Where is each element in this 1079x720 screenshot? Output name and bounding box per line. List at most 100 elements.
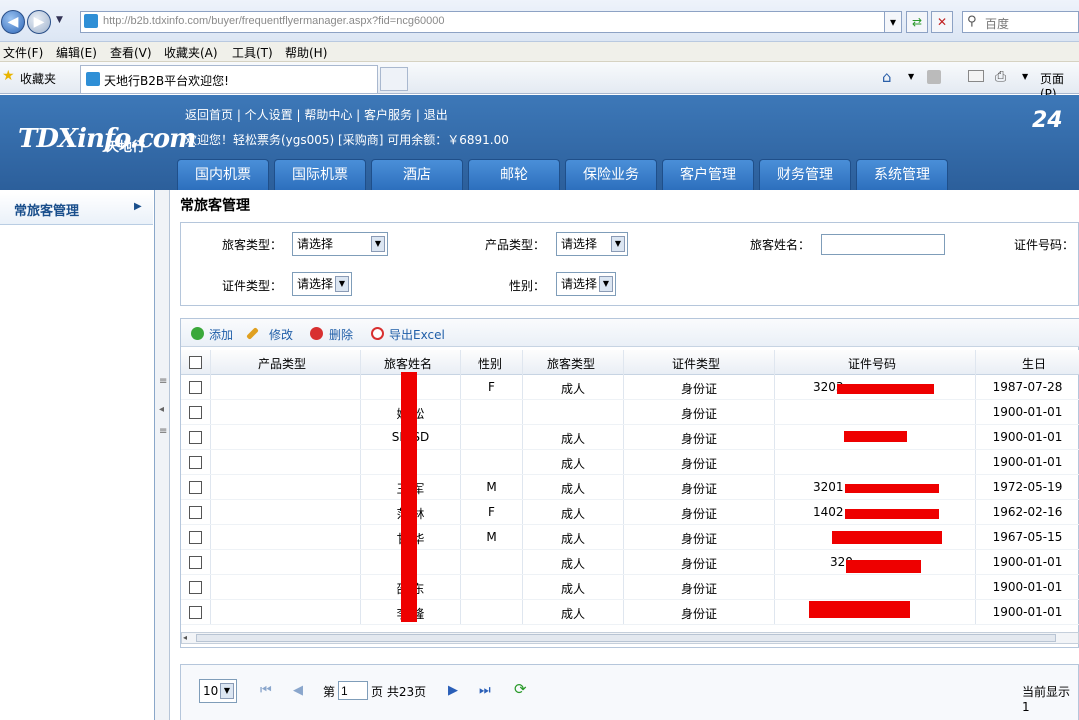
sidebar-splitter[interactable]: ≡ ◂ ≡ <box>155 190 170 720</box>
browser-tab[interactable]: 天地行B2B平台欢迎您! <box>80 65 378 93</box>
tab-hotel[interactable]: 酒店 <box>371 159 463 190</box>
passenger-type-value: 请选择 <box>297 237 334 251</box>
edit-button[interactable]: 修改 <box>269 326 293 343</box>
grip-icon: ≡ <box>159 426 168 437</box>
refresh-icon[interactable]: ⇄ <box>906 11 928 33</box>
tab-favicon <box>86 72 100 86</box>
row-checkbox[interactable] <box>189 531 202 544</box>
first-page-icon[interactable]: ⏮ <box>260 683 272 698</box>
menu-tools[interactable]: 工具(T) <box>232 44 273 61</box>
cell-passenger-type: 成人 <box>560 532 585 546</box>
search-placeholder: 百度 <box>985 17 1010 31</box>
home-dropdown-icon[interactable]: ▼ <box>908 72 914 81</box>
select-all-checkbox[interactable] <box>189 356 202 369</box>
page-size-select[interactable]: 10 ▼ <box>199 679 237 703</box>
redaction-mark <box>832 531 942 544</box>
col-cert-no[interactable]: 证件号码 <box>848 355 896 372</box>
col-gender[interactable]: 性别 <box>478 355 502 372</box>
forward-button[interactable]: ▶ <box>27 10 51 34</box>
cell-birthday: 1900-01-01 <box>992 430 1063 444</box>
print-dropdown-icon[interactable]: ▼ <box>1022 72 1028 81</box>
delete-button[interactable]: 删除 <box>329 326 353 343</box>
export-excel-button[interactable]: 导出Excel <box>389 326 445 343</box>
menu-view[interactable]: 查看(V) <box>110 44 152 61</box>
col-cert-type[interactable]: 证件类型 <box>672 355 720 372</box>
tab-cruise[interactable]: 邮轮 <box>468 159 560 190</box>
cell-gender: M <box>486 480 497 494</box>
chevron-down-icon: ▼ <box>371 236 385 252</box>
mail-icon[interactable] <box>968 70 984 82</box>
scrollbar-thumb[interactable] <box>196 634 1056 642</box>
top-links[interactable]: 返回首页 | 个人设置 | 帮助中心 | 客户服务 | 退出 <box>185 106 448 123</box>
cell-birthday: 1900-01-01 <box>992 580 1063 594</box>
collapse-icon[interactable]: ◂ <box>159 404 164 415</box>
menu-favorites[interactable]: 收藏夹(A) <box>164 44 218 61</box>
tab-insurance[interactable]: 保险业务 <box>565 159 657 190</box>
row-checkbox[interactable] <box>189 431 202 444</box>
cell-passenger-type: 成人 <box>560 607 585 621</box>
refresh-icon[interactable]: ⟳ <box>514 680 527 698</box>
home-icon[interactable]: ⌂ <box>882 68 892 86</box>
cell-cert-type: 身份证 <box>680 382 717 396</box>
row-checkbox[interactable] <box>189 456 202 469</box>
chevron-right-icon: ▶ <box>134 201 142 212</box>
stop-icon[interactable]: ✕ <box>931 11 953 33</box>
redaction-mark <box>809 601 910 618</box>
page-number-input[interactable] <box>338 681 368 700</box>
row-checkbox[interactable] <box>189 556 202 569</box>
product-type-value: 请选择 <box>561 237 598 251</box>
scroll-left-icon[interactable]: ◂ <box>183 633 187 642</box>
row-checkbox[interactable] <box>189 406 202 419</box>
row-checkbox[interactable] <box>189 581 202 594</box>
cert-type-select[interactable]: 请选择 ▼ <box>292 272 352 296</box>
menu-edit[interactable]: 编辑(E) <box>56 44 97 61</box>
cell-passenger-type: 成人 <box>560 507 585 521</box>
row-checkbox[interactable] <box>189 606 202 619</box>
col-passenger-name[interactable]: 旅客姓名 <box>384 355 432 372</box>
col-birthday[interactable]: 生日 <box>1022 355 1046 372</box>
tab-customer-management[interactable]: 客户管理 <box>662 159 754 190</box>
history-dropdown-icon[interactable]: ▼ <box>56 15 63 25</box>
menu-file[interactable]: 文件(F) <box>3 44 43 61</box>
passenger-name-input[interactable] <box>821 234 945 255</box>
menu-help[interactable]: 帮助(H) <box>285 44 327 61</box>
feeds-icon[interactable] <box>927 70 941 84</box>
col-product-type[interactable]: 产品类型 <box>258 355 306 372</box>
redaction-mark <box>846 560 921 573</box>
horizontal-scrollbar[interactable]: ◂ <box>181 632 1079 644</box>
gender-select[interactable]: 请选择 ▼ <box>556 272 616 296</box>
grip-icon: ≡ <box>159 376 168 387</box>
cell-cert-type: 身份证 <box>680 432 717 446</box>
favorites-button[interactable]: 收藏夹 <box>20 70 56 87</box>
site-favicon <box>84 14 98 28</box>
row-checkbox[interactable] <box>189 506 202 519</box>
product-type-select[interactable]: 请选择 ▼ <box>556 232 628 256</box>
tab-finance-management[interactable]: 财务管理 <box>759 159 851 190</box>
prev-page-icon[interactable]: ◀ <box>293 683 303 698</box>
cell-cert-type: 身份证 <box>680 582 717 596</box>
new-tab-button[interactable] <box>380 67 408 91</box>
print-icon[interactable]: ⎙ <box>995 69 1006 85</box>
cell-birthday: 1900-01-01 <box>992 555 1063 569</box>
tab-system-management[interactable]: 系统管理 <box>856 159 948 190</box>
grid-header-row <box>181 350 1079 375</box>
cell-passenger-type: 成人 <box>560 482 585 496</box>
tab-international-flights[interactable]: 国际机票 <box>274 159 366 190</box>
welcome-text: 欢迎您！轻松票务(ygs005) [采购商] 可用余额：￥6891.00 <box>185 133 509 147</box>
passenger-type-select[interactable]: 请选择 ▼ <box>292 232 388 256</box>
url-text: http://b2b.tdxinfo.com/buyer/frequentfly… <box>103 15 445 27</box>
search-input[interactable]: ⚲ 百度 <box>962 11 1079 33</box>
last-page-icon[interactable]: ⏭ <box>479 683 491 698</box>
back-button[interactable]: ◀ <box>1 10 25 34</box>
next-page-icon[interactable]: ▶ <box>448 683 458 698</box>
cell-passenger-type: 成人 <box>560 432 585 446</box>
add-button[interactable]: 添加 <box>209 326 233 343</box>
row-checkbox[interactable] <box>189 481 202 494</box>
star-icon: ★ <box>2 68 15 84</box>
url-dropdown-icon[interactable]: ▾ <box>884 11 902 33</box>
tab-domestic-flights[interactable]: 国内机票 <box>177 159 269 190</box>
col-passenger-type[interactable]: 旅客类型 <box>547 355 595 372</box>
add-icon <box>191 327 204 340</box>
export-icon <box>371 327 384 340</box>
row-checkbox[interactable] <box>189 381 202 394</box>
